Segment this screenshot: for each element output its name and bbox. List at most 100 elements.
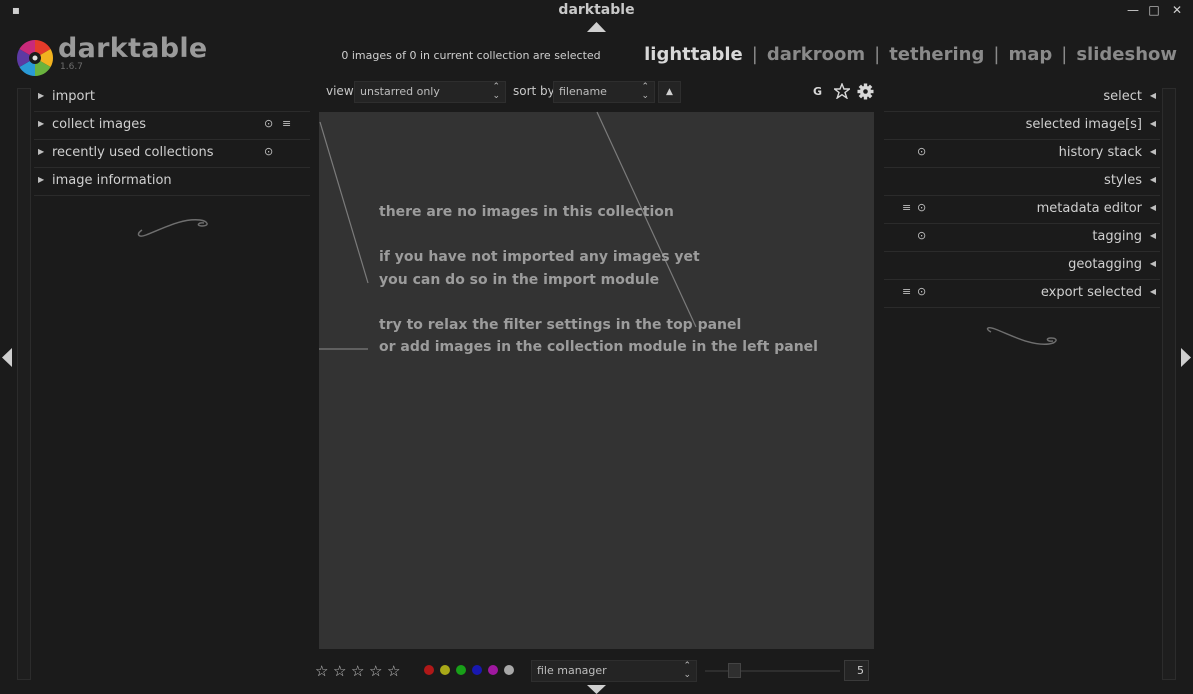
star-rating-3-icon[interactable]: ☆: [351, 662, 364, 680]
left-panel-scrollbar[interactable]: [17, 88, 31, 680]
gear-icon[interactable]: [857, 83, 874, 100]
expand-arrow-icon: ▶: [38, 147, 45, 156]
view-filter-value: unstarred only: [360, 85, 440, 98]
view-separator: |: [751, 44, 758, 65]
panel-end-ornament-icon: [134, 214, 210, 238]
panel-end-ornament-icon: [983, 326, 1059, 352]
app-version: 1.6.7: [60, 62, 83, 72]
empty-message-filter-2: or add images in the collection module i…: [379, 339, 818, 355]
view-map[interactable]: map: [1008, 44, 1052, 65]
zoom-slider-handle[interactable]: [728, 663, 741, 678]
expand-arrow-icon: ◀: [1149, 259, 1156, 268]
module-collect-images[interactable]: ▶ collect images ⊙ ≡: [34, 112, 310, 140]
star-icon[interactable]: [834, 83, 850, 99]
module-history-stack[interactable]: ⊙ history stack ◀: [884, 140, 1160, 168]
view-filter-label: view: [326, 84, 354, 98]
reset-icon[interactable]: ⊙: [917, 145, 926, 158]
module-label: image information: [52, 173, 172, 188]
grouping-button[interactable]: G: [813, 85, 822, 98]
top-panel-collapse-icon[interactable]: [587, 22, 606, 32]
module-image-information[interactable]: ▶ image information: [34, 168, 310, 196]
star-rating-2-icon[interactable]: ☆: [333, 662, 346, 680]
star-rating-5-icon[interactable]: ☆: [387, 662, 400, 680]
updown-chevron-icon: ⌃ ⌄: [641, 82, 649, 101]
left-panel-collapse-icon[interactable]: [2, 348, 12, 367]
module-label: history stack: [1058, 145, 1142, 160]
module-label: import: [52, 89, 95, 104]
empty-message-title: there are no images in this collection: [379, 204, 674, 220]
module-recently-used-collections[interactable]: ▶ recently used collections ⊙: [34, 140, 310, 168]
module-styles[interactable]: styles ◀: [884, 168, 1160, 196]
layout-select[interactable]: file manager ⌃ ⌄: [531, 660, 697, 682]
module-geotagging[interactable]: geotagging ◀: [884, 252, 1160, 280]
empty-message-import-1: if you have not imported any images yet: [379, 249, 700, 265]
module-label: recently used collections: [52, 145, 214, 160]
module-label: metadata editor: [1036, 201, 1142, 216]
sort-direction-button[interactable]: ▲: [658, 81, 681, 103]
module-label: collect images: [52, 117, 146, 132]
selection-status: 0 images of 0 in current collection are …: [341, 49, 601, 62]
expand-arrow-icon: ▶: [38, 119, 45, 128]
star-rating-4-icon[interactable]: ☆: [369, 662, 382, 680]
reset-icon[interactable]: ⊙: [917, 229, 926, 242]
module-tagging[interactable]: ⊙ tagging ◀: [884, 224, 1160, 252]
module-label: tagging: [1092, 229, 1142, 244]
view-tethering[interactable]: tethering: [889, 44, 984, 65]
module-select[interactable]: select ◀: [884, 84, 1160, 112]
thumbnails-per-row-field[interactable]: 5: [844, 660, 869, 681]
module-export-selected[interactable]: ≡ ⊙ export selected ◀: [884, 280, 1160, 308]
expand-arrow-icon: ◀: [1149, 203, 1156, 212]
minimize-button[interactable]: —: [1126, 2, 1140, 18]
view-separator: |: [993, 44, 1000, 65]
darktable-aperture-logo-icon: [16, 39, 54, 77]
view-slideshow[interactable]: slideshow: [1076, 44, 1177, 65]
expand-arrow-icon: ◀: [1149, 91, 1156, 100]
maximize-button[interactable]: □: [1147, 2, 1161, 18]
module-metadata-editor[interactable]: ≡ ⊙ metadata editor ◀: [884, 196, 1160, 224]
module-label: select: [1103, 89, 1142, 104]
reset-icon[interactable]: ⊙: [917, 201, 926, 214]
presets-icon[interactable]: ≡: [902, 201, 911, 214]
module-label: export selected: [1040, 285, 1142, 300]
module-label: geotagging: [1068, 257, 1142, 272]
updown-chevron-icon: ⌃ ⌄: [492, 82, 500, 101]
reset-icon[interactable]: ⊙: [917, 285, 926, 298]
bottom-panel-collapse-icon[interactable]: [587, 685, 606, 694]
module-label: styles: [1104, 173, 1142, 188]
view-separator: |: [874, 44, 881, 65]
color-label-green[interactable]: [456, 665, 466, 675]
app-name: darktable: [58, 33, 208, 64]
module-import[interactable]: ▶ import: [34, 84, 310, 112]
right-panel-collapse-icon[interactable]: [1181, 348, 1191, 367]
view-lighttable[interactable]: lighttable: [644, 44, 743, 65]
module-label: selected image[s]: [1025, 117, 1142, 132]
color-label-blue[interactable]: [472, 665, 482, 675]
module-selected-images[interactable]: selected image[s] ◀: [884, 112, 1160, 140]
color-label-red[interactable]: [424, 665, 434, 675]
expand-arrow-icon: ◀: [1149, 287, 1156, 296]
view-filter-select[interactable]: unstarred only ⌃ ⌄: [354, 81, 506, 103]
color-label-gray[interactable]: [504, 665, 514, 675]
expand-arrow-icon: ▶: [38, 175, 45, 184]
reset-icon[interactable]: ⊙: [264, 145, 273, 158]
right-panel-scrollbar[interactable]: [1162, 88, 1176, 680]
view-separator: |: [1061, 44, 1068, 65]
reset-icon[interactable]: ⊙: [264, 117, 273, 130]
close-button[interactable]: ✕: [1170, 2, 1184, 18]
presets-icon[interactable]: ≡: [282, 117, 291, 130]
color-label-yellow[interactable]: [440, 665, 450, 675]
zoom-slider-track[interactable]: [705, 670, 840, 672]
view-darkroom[interactable]: darkroom: [767, 44, 865, 65]
expand-arrow-icon: ◀: [1149, 175, 1156, 184]
sort-by-select[interactable]: filename ⌃ ⌄: [553, 81, 655, 103]
expand-arrow-icon: ▶: [38, 91, 45, 100]
sort-by-value: filename: [559, 85, 607, 98]
color-label-purple[interactable]: [488, 665, 498, 675]
updown-chevron-icon: ⌃ ⌄: [683, 661, 691, 680]
layout-value: file manager: [537, 664, 607, 677]
view-switcher: lighttable | darkroom | tethering | map …: [644, 44, 1177, 65]
presets-icon[interactable]: ≡: [902, 285, 911, 298]
empty-message-import-2: you can do so in the import module: [379, 272, 660, 288]
sort-by-label: sort by: [513, 84, 555, 98]
star-rating-1-icon[interactable]: ☆: [315, 662, 328, 680]
